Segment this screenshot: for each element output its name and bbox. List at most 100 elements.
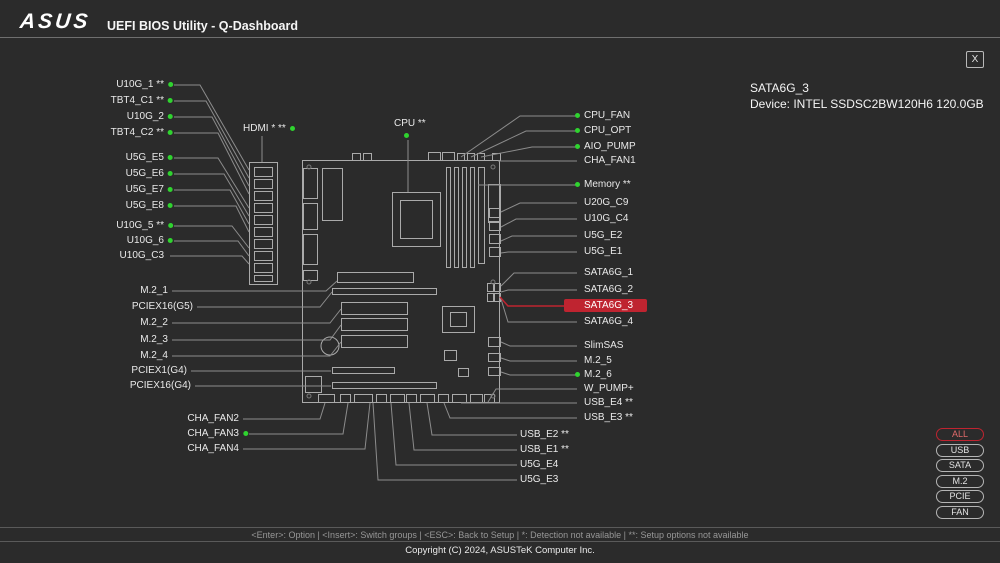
port-label-usb-e1[interactable]: USB_E1 ** <box>520 443 569 456</box>
port-label-m-2-4[interactable]: M.2_4 <box>140 349 168 362</box>
port-label-text: W_PUMP+ <box>584 383 634 394</box>
port-label-u5g-e5[interactable]: U5G_E5 <box>126 151 164 164</box>
port-label-text: Memory ** <box>584 179 631 190</box>
status-dot <box>575 372 580 377</box>
port-label-u5g-e8[interactable]: U5G_E8 <box>126 199 164 212</box>
port-label-u20g-c9[interactable]: U20G_C9 <box>584 196 628 209</box>
port-label-cpu-fan[interactable]: CPU_FAN <box>584 109 630 122</box>
port-label-u10g-c4[interactable]: U10G_C4 <box>584 212 628 225</box>
q-dashboard-screen: ASUS UEFI BIOS Utility - Q-Dashboard X S… <box>0 0 1000 563</box>
port-label-u5g-e2[interactable]: U5G_E2 <box>584 229 622 242</box>
port-label-cpu-opt[interactable]: CPU_OPT <box>584 124 631 137</box>
port-label-text: SATA6G_2 <box>584 284 633 295</box>
port-label-text: CPU_OPT <box>584 125 631 136</box>
footer-divider-top <box>0 527 1000 528</box>
port-label-text: CHA_FAN1 <box>584 155 636 166</box>
port-label-u10g-1[interactable]: U10G_1 ** <box>116 78 164 91</box>
port-label-cha-fan1[interactable]: CHA_FAN1 <box>584 154 636 167</box>
port-label-text: PCIEX16(G5) <box>132 301 193 312</box>
filter-button-pcie[interactable]: PCIE <box>936 490 984 503</box>
filter-button-usb[interactable]: USB <box>936 444 984 457</box>
filter-button-sata[interactable]: SATA <box>936 459 984 472</box>
port-label-m-2-6[interactable]: M.2_6 <box>584 368 612 381</box>
port-label-usb-e3[interactable]: USB_E3 ** <box>584 411 633 424</box>
status-dot <box>168 171 173 176</box>
status-dot <box>168 238 173 243</box>
port-label-pciex16-g5[interactable]: PCIEX16(G5) <box>132 300 193 313</box>
port-label-text: U10G_6 <box>127 235 164 246</box>
port-label-cha-fan2[interactable]: CHA_FAN2 <box>187 412 239 425</box>
port-label-cha-fan4[interactable]: CHA_FAN4 <box>187 442 239 455</box>
filter-button-fan[interactable]: FAN <box>936 506 984 519</box>
filter-button-all[interactable]: ALL <box>936 428 984 441</box>
filter-button-m-2[interactable]: M.2 <box>936 475 984 488</box>
port-label-text: USB_E2 ** <box>520 429 569 440</box>
port-label-text: USB_E1 ** <box>520 444 569 455</box>
port-label-text: U5G_E1 <box>584 246 622 257</box>
status-dot <box>575 182 580 187</box>
status-dot <box>243 431 248 436</box>
status-dot <box>168 223 173 228</box>
port-label-text: U5G_E5 <box>126 152 164 163</box>
port-label-u5g-e6[interactable]: U5G_E6 <box>126 167 164 180</box>
port-label-sata6g-3[interactable]: SATA6G_3 <box>564 299 647 312</box>
port-label-text: M.2_2 <box>140 317 168 328</box>
port-label-memory[interactable]: Memory ** <box>584 178 631 191</box>
port-label-text: U20G_C9 <box>584 197 628 208</box>
port-label-text: U10G_C4 <box>584 213 628 224</box>
port-label-text: U10G_2 <box>127 111 164 122</box>
status-dot <box>168 203 173 208</box>
port-label-cpu[interactable]: CPU ** <box>394 117 426 130</box>
port-label-text: U10G_5 ** <box>116 220 164 231</box>
port-label-u10g-2[interactable]: U10G_2 <box>127 110 164 123</box>
port-label-tbt4-c1[interactable]: TBT4_C1 ** <box>111 94 164 107</box>
port-label-m-2-5[interactable]: M.2_5 <box>584 354 612 367</box>
port-label-text: M.2_3 <box>140 334 168 345</box>
port-label-text: CHA_FAN3 <box>187 428 239 439</box>
port-label-m-2-3[interactable]: M.2_3 <box>140 333 168 346</box>
port-label-u10g-5[interactable]: U10G_5 ** <box>116 219 164 232</box>
port-label-u10g-6[interactable]: U10G_6 <box>127 234 164 247</box>
port-label-sata6g-4[interactable]: SATA6G_4 <box>584 315 633 328</box>
copyright-text: Copyright (C) 2024, ASUSTeK Computer Inc… <box>0 545 1000 556</box>
status-dot <box>404 133 409 138</box>
port-label-text: CHA_FAN2 <box>187 413 239 424</box>
port-label-text: U10G_C3 <box>120 250 164 261</box>
status-dot <box>575 144 580 149</box>
port-label-text: PCIEX16(G4) <box>130 380 191 391</box>
port-label-m-2-2[interactable]: M.2_2 <box>140 316 168 329</box>
port-label-m-2-1[interactable]: M.2_1 <box>140 284 168 297</box>
port-label-hdmi[interactable]: HDMI * ** <box>243 122 286 135</box>
port-label-u5g-e7[interactable]: U5G_E7 <box>126 183 164 196</box>
status-dot <box>168 187 173 192</box>
port-label-text: SATA6G_1 <box>584 267 633 278</box>
port-label-usb-e4[interactable]: USB_E4 ** <box>584 396 633 409</box>
port-label-sata6g-1[interactable]: SATA6G_1 <box>584 266 633 279</box>
port-label-text: U5G_E8 <box>126 200 164 211</box>
port-label-pciex16-g4[interactable]: PCIEX16(G4) <box>130 379 191 392</box>
port-label-pciex1-g4[interactable]: PCIEX1(G4) <box>131 364 187 377</box>
port-label-text: M.2_4 <box>140 350 168 361</box>
port-label-usb-e2[interactable]: USB_E2 ** <box>520 428 569 441</box>
port-label-u5g-e4[interactable]: U5G_E4 <box>520 458 558 471</box>
port-label-w-pump[interactable]: W_PUMP+ <box>584 382 634 395</box>
port-label-text: SATA6G_3 <box>584 300 633 311</box>
port-label-layer: U10G_1 ** TBT4_C1 ** U10G_2 TBT4_C2 ** U5G_E… <box>0 0 1000 563</box>
port-label-cha-fan3[interactable]: CHA_FAN3 <box>187 427 239 440</box>
port-label-u5g-e1[interactable]: U5G_E1 <box>584 245 622 258</box>
port-label-u10g-c3[interactable]: U10G_C3 <box>120 249 164 262</box>
port-label-text: SlimSAS <box>584 340 623 351</box>
port-label-sata6g-2[interactable]: SATA6G_2 <box>584 283 633 296</box>
status-dot <box>168 82 173 87</box>
footer-divider-bottom <box>0 541 1000 542</box>
port-label-aio-pump[interactable]: AIO_PUMP <box>584 140 636 153</box>
port-label-text: U5G_E7 <box>126 184 164 195</box>
port-label-tbt4-c2[interactable]: TBT4_C2 ** <box>111 126 164 139</box>
port-label-u5g-e3[interactable]: U5G_E3 <box>520 473 558 486</box>
port-label-slimsas[interactable]: SlimSAS <box>584 339 623 352</box>
status-dot <box>575 113 580 118</box>
status-dot <box>290 126 295 131</box>
port-label-text: USB_E4 ** <box>584 397 633 408</box>
port-label-text: AIO_PUMP <box>584 141 636 152</box>
footer-legend: <Enter>: Option | <Insert>: Switch group… <box>0 530 1000 540</box>
